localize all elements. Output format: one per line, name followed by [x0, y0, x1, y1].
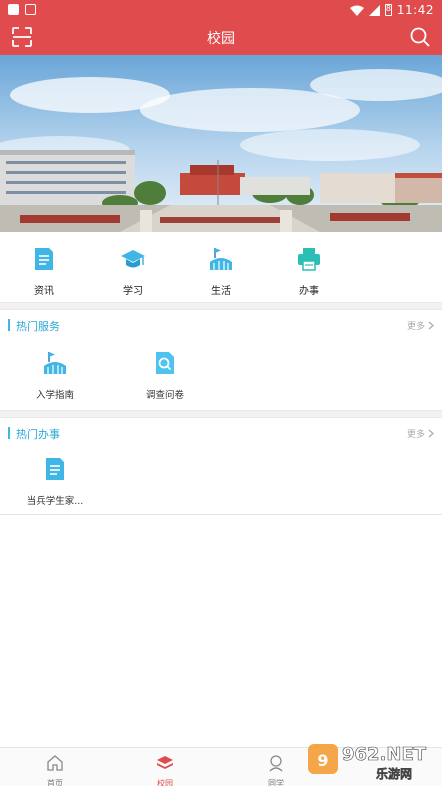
graduation-cap-icon	[121, 250, 145, 268]
section-accent-bar	[8, 319, 10, 331]
news-doc-icon	[35, 248, 53, 270]
campus-banner-image[interactable]	[0, 55, 442, 232]
hot-affairs-section: 热门办事 更多 当兵学生家...	[0, 418, 442, 515]
status-bar: 8 11:42	[0, 0, 442, 19]
tab-classmates[interactable]: 同学	[246, 754, 306, 786]
chevron-right-icon	[428, 321, 434, 330]
service-item[interactable]: 调查问卷	[120, 350, 210, 401]
stadium-flag-icon	[210, 248, 232, 270]
section-divider	[0, 410, 442, 418]
tab-campus[interactable]: 校园	[135, 754, 195, 786]
section-title: 热门办事	[16, 428, 60, 441]
quick-nav-affairs[interactable]: 办事	[279, 246, 339, 297]
tab-home[interactable]: 首页	[25, 754, 85, 786]
section-title: 热门服务	[16, 320, 60, 333]
search-document-icon	[156, 352, 174, 374]
hot-services-section: 热门服务 更多 入学指南 调查问卷	[0, 310, 442, 410]
app-header: 校园	[0, 19, 442, 55]
home-icon	[47, 755, 63, 771]
watermark-logo: 9 962.NET 乐游网	[308, 744, 427, 781]
quick-nav-study[interactable]: 学习	[103, 246, 163, 297]
app-notification-icon	[25, 4, 36, 15]
stadium-flag-icon	[44, 352, 66, 374]
wifi-icon	[349, 5, 364, 16]
service-item[interactable]: 入学指南	[10, 350, 100, 401]
document-icon	[46, 458, 64, 480]
signal-icon	[368, 4, 380, 16]
layers-icon	[157, 756, 173, 769]
page-title: 校园	[207, 31, 235, 47]
quick-nav-news[interactable]: 资讯	[14, 246, 74, 297]
watermark-subtext: 乐游网	[376, 766, 412, 781]
quick-nav: 资讯 学习 生活 办事	[0, 232, 442, 302]
more-link[interactable]: 更多	[407, 319, 434, 332]
more-link[interactable]: 更多	[407, 427, 434, 440]
affair-item[interactable]: 当兵学生家...	[10, 456, 100, 507]
chevron-right-icon	[428, 429, 434, 438]
section-accent-bar	[8, 427, 10, 439]
battery-icon: 8	[384, 4, 392, 16]
clock: 11:42	[396, 3, 434, 17]
printer-icon	[298, 248, 320, 271]
section-divider	[0, 302, 442, 310]
watermark-text: 962.NET	[342, 744, 427, 765]
svg-text:9: 9	[317, 751, 328, 770]
quick-nav-life[interactable]: 生活	[191, 246, 251, 297]
search-icon[interactable]	[409, 26, 431, 48]
notification-icon	[8, 4, 19, 15]
classmates-icon	[269, 755, 283, 772]
